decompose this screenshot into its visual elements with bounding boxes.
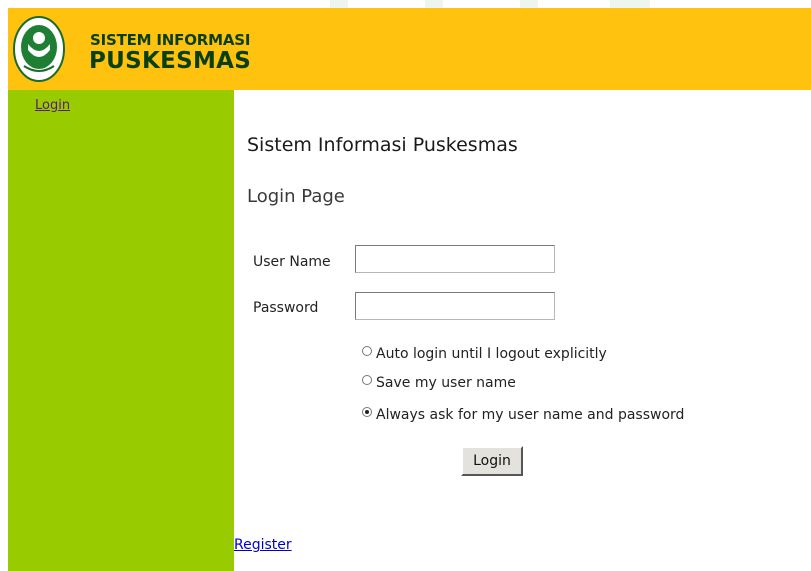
login-button[interactable]: Login [461,446,523,476]
sidebar-login-link[interactable]: Login [35,98,70,113]
password-label: Password [253,300,319,316]
username-label: User Name [253,254,331,270]
always-ask-radio[interactable] [362,407,372,417]
register-link[interactable]: Register [234,537,292,553]
save-username-radio[interactable] [362,375,372,385]
sidebar: Login [8,90,234,571]
auto-login-radio[interactable] [362,346,372,356]
auto-login-label: Auto login until I logout explicitly [376,346,607,362]
main-content: Sistem Informasi Puskesmas Login Page Us… [234,90,811,571]
option-save-username[interactable]: Save my user name [362,375,516,391]
save-username-label: Save my user name [376,375,516,391]
site-header: SISTEM INFORMASI PUSKESMAS [8,8,811,90]
brand-line1: SISTEM INFORMASI [90,31,251,49]
brand-line2: PUSKESMAS [89,48,252,74]
username-input[interactable] [355,245,555,273]
kemenkes-logo-icon [13,16,65,82]
password-input[interactable] [355,292,555,320]
option-always-ask[interactable]: Always ask for my user name and password [362,407,684,423]
page-title: Login Page [247,186,345,207]
site-title: Sistem Informasi Puskesmas [247,134,518,156]
option-auto-login[interactable]: Auto login until I logout explicitly [362,346,607,362]
always-ask-label: Always ask for my user name and password [376,407,685,423]
